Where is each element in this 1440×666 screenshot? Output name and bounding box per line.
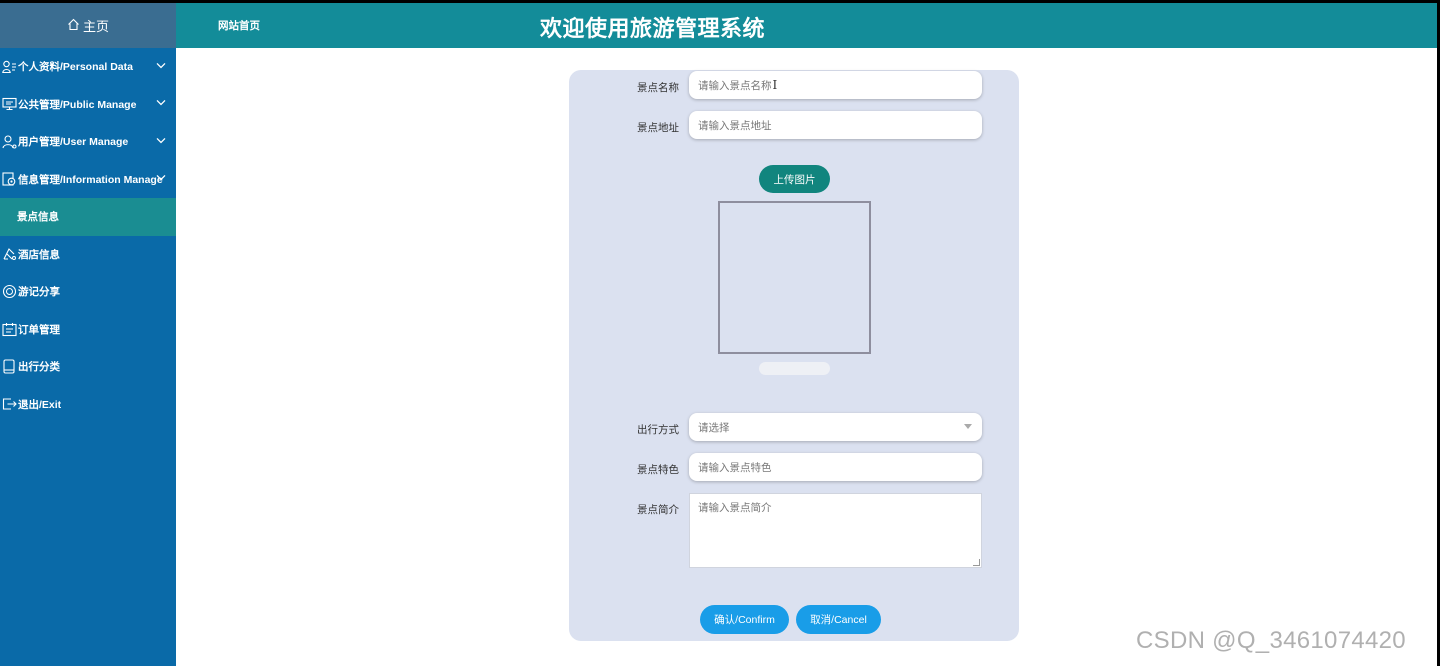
- scenic-feature-input[interactable]: 请输入景点特色: [689, 453, 982, 481]
- sidebar-home-label: 主页: [82, 19, 109, 34]
- travel-mode-select[interactable]: 请选择: [689, 413, 982, 441]
- sidebar-home[interactable]: 主页: [0, 3, 176, 48]
- hotel-icon: [1, 246, 17, 262]
- confirm-button[interactable]: 确认/Confirm: [700, 605, 789, 634]
- monitor-icon: [1, 96, 17, 112]
- sidebar-item-travel-category[interactable]: 出行分类: [0, 348, 176, 386]
- share-icon: [1, 284, 17, 300]
- sidebar-item-user-manage[interactable]: 用户管理/User Manage: [0, 123, 176, 161]
- scenic-address-input[interactable]: 请输入景点地址: [689, 111, 982, 139]
- scenic-intro-textarea[interactable]: 请输入景点简介: [689, 493, 982, 568]
- sidebar-item-scenic-info[interactable]: 景点信息: [0, 198, 176, 236]
- user-info-icon: [1, 59, 17, 75]
- sidebar-item-label: 订单管理: [18, 323, 60, 336]
- sidebar-item-label: 出行分类: [18, 361, 60, 374]
- top-header: 网站首页 欢迎使用旅游管理系统: [176, 3, 1437, 48]
- sidebar-item-exit[interactable]: 退出/Exit: [0, 386, 176, 424]
- sidebar-item-label: 景点信息: [17, 211, 59, 224]
- chevron-down-icon: [156, 98, 166, 109]
- category-icon: [1, 359, 17, 375]
- sidebar: 主页 个人资料/Personal Data 公共管理/Public Manage: [0, 3, 176, 666]
- scenic-name-label: 景点名称: [637, 82, 679, 94]
- scenic-address-placeholder: 请输入景点地址: [698, 119, 772, 132]
- text-cursor-icon: I: [772, 78, 778, 92]
- sidebar-item-label: 个人资料/Personal Data: [18, 61, 133, 74]
- sidebar-item-personal-data[interactable]: 个人资料/Personal Data: [0, 48, 176, 86]
- scenic-address-label: 景点地址: [637, 122, 679, 134]
- scenic-intro-label: 景点简介: [637, 504, 679, 516]
- chevron-down-icon: [156, 173, 166, 184]
- cancel-button[interactable]: 取消/Cancel: [796, 605, 881, 634]
- upload-image-button[interactable]: 上传图片: [759, 165, 830, 193]
- sidebar-item-label: 用户管理/User Manage: [18, 136, 129, 149]
- sidebar-item-travel-notes[interactable]: 游记分享: [0, 273, 176, 311]
- exit-icon: [1, 396, 17, 412]
- sidebar-item-label: 退出/Exit: [18, 398, 62, 411]
- watermark: CSDN @Q_3461074420: [1136, 627, 1406, 654]
- scenic-intro-placeholder: 请输入景点简介: [698, 502, 772, 514]
- sidebar-item-label: 酒店信息: [18, 248, 60, 261]
- user-icon: [1, 134, 17, 150]
- resize-handle-icon[interactable]: [973, 559, 980, 566]
- chevron-down-icon: [156, 136, 166, 147]
- image-caption-bar: [759, 362, 830, 375]
- app-window: 主页 个人资料/Personal Data 公共管理/Public Manage: [0, 3, 1437, 666]
- sidebar-item-hotel-info[interactable]: 酒店信息: [0, 236, 176, 274]
- system-title: 欢迎使用旅游管理系统: [540, 16, 766, 41]
- home-icon: [67, 18, 80, 34]
- chevron-down-icon: [156, 61, 166, 72]
- scenic-name-input[interactable]: 请输入景点名称 I: [689, 71, 982, 99]
- info-settings-icon: [1, 171, 17, 187]
- sidebar-item-order-manage[interactable]: 订单管理: [0, 311, 176, 349]
- scenic-form-card: 景点名称 请输入景点名称 I 景点地址 请输入景点地址 上传图片 出行方式 请选…: [569, 70, 1019, 641]
- scenic-name-placeholder: 请输入景点名称: [698, 79, 772, 92]
- sidebar-item-label: 公共管理/Public Manage: [18, 98, 137, 111]
- scenic-feature-label: 景点特色: [637, 464, 679, 476]
- scenic-feature-placeholder: 请输入景点特色: [698, 461, 772, 474]
- image-preview: [718, 201, 871, 354]
- sidebar-item-label: 游记分享: [18, 286, 60, 299]
- sidebar-item-label: 信息管理/Information Manage: [18, 173, 163, 186]
- sidebar-item-public-manage[interactable]: 公共管理/Public Manage: [0, 86, 176, 124]
- website-home-link[interactable]: 网站首页: [218, 18, 260, 33]
- dropdown-arrow-icon: [964, 424, 972, 429]
- travel-mode-value: 请选择: [698, 421, 730, 434]
- travel-mode-label: 出行方式: [637, 424, 679, 436]
- order-icon: [1, 321, 17, 337]
- sidebar-item-information-manage[interactable]: 信息管理/Information Manage: [0, 161, 176, 199]
